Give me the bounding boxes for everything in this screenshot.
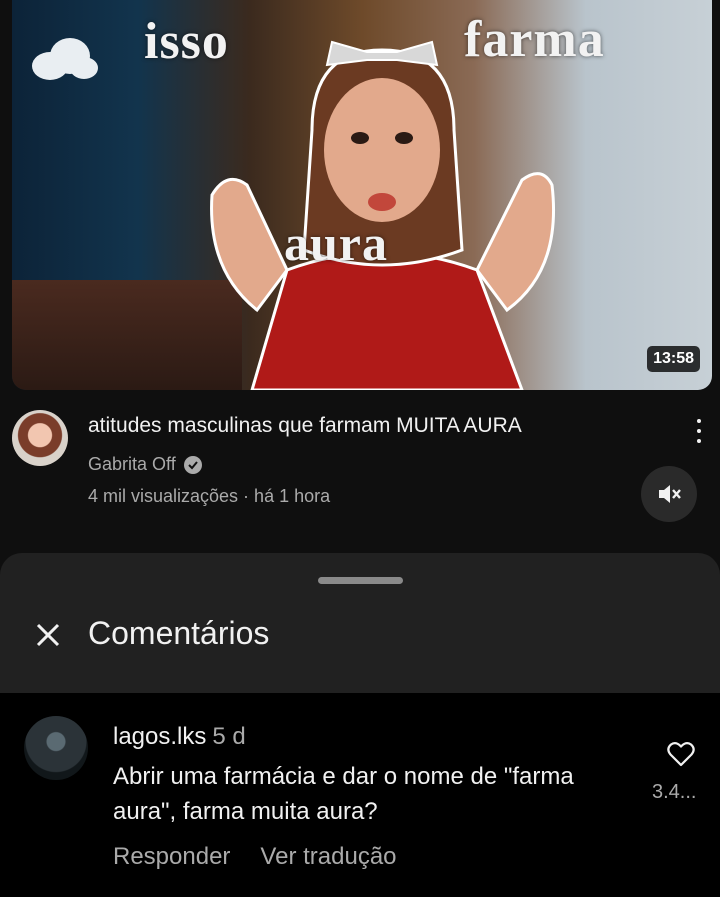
- duration-badge: 13:58: [647, 346, 700, 372]
- mute-icon: [659, 485, 681, 503]
- thumbnail-word-3: aura: [284, 215, 388, 271]
- channel-name[interactable]: Gabrita Off: [88, 454, 176, 475]
- thumbnail-word-2: farma: [464, 11, 605, 68]
- comment-header: lagos.lks 5 d: [113, 723, 246, 751]
- comments-title: Comentários: [88, 615, 270, 651]
- like-button[interactable]: [664, 737, 698, 771]
- video-card[interactable]: isso farma aura 13:58 atitudes masculina…: [0, 0, 720, 545]
- like-count: 3.4...: [652, 781, 697, 803]
- video-meta: 4 mil visualizações · há 1 hora: [88, 486, 331, 506]
- video-title[interactable]: atitudes masculinas que farmam MUITA AUR…: [88, 414, 648, 438]
- thumbnail-person: [210, 40, 556, 390]
- reply-button[interactable]: Responder: [113, 843, 230, 871]
- comment-age: 5 d: [212, 723, 246, 750]
- verified-icon: [183, 455, 202, 474]
- video-thumbnail[interactable]: isso farma aura 13:58: [12, 0, 712, 390]
- comment-actions: Responder Ver tradução: [113, 843, 397, 871]
- channel-name-row[interactable]: Gabrita Off: [88, 454, 202, 475]
- cloud-icon: [32, 38, 98, 80]
- comment-avatar[interactable]: [24, 716, 88, 780]
- translate-button[interactable]: Ver tradução: [260, 843, 396, 871]
- close-button[interactable]: [28, 615, 68, 655]
- mute-button[interactable]: [641, 466, 697, 522]
- heart-icon: [667, 742, 695, 767]
- more-vert-icon[interactable]: [688, 416, 710, 446]
- comment-text: Abrir uma farmácia e dar o nome de "farm…: [113, 763, 574, 825]
- close-icon: [36, 623, 60, 647]
- comments-sheet-header: Comentários: [0, 553, 720, 693]
- drag-handle[interactable]: [318, 577, 403, 584]
- thumbnail-word-1: isso: [144, 13, 229, 70]
- comment-username[interactable]: lagos.lks: [113, 723, 206, 750]
- comments-list[interactable]: lagos.lks 5 d Abrir uma farmácia e dar o …: [0, 693, 720, 897]
- channel-avatar[interactable]: [12, 410, 68, 466]
